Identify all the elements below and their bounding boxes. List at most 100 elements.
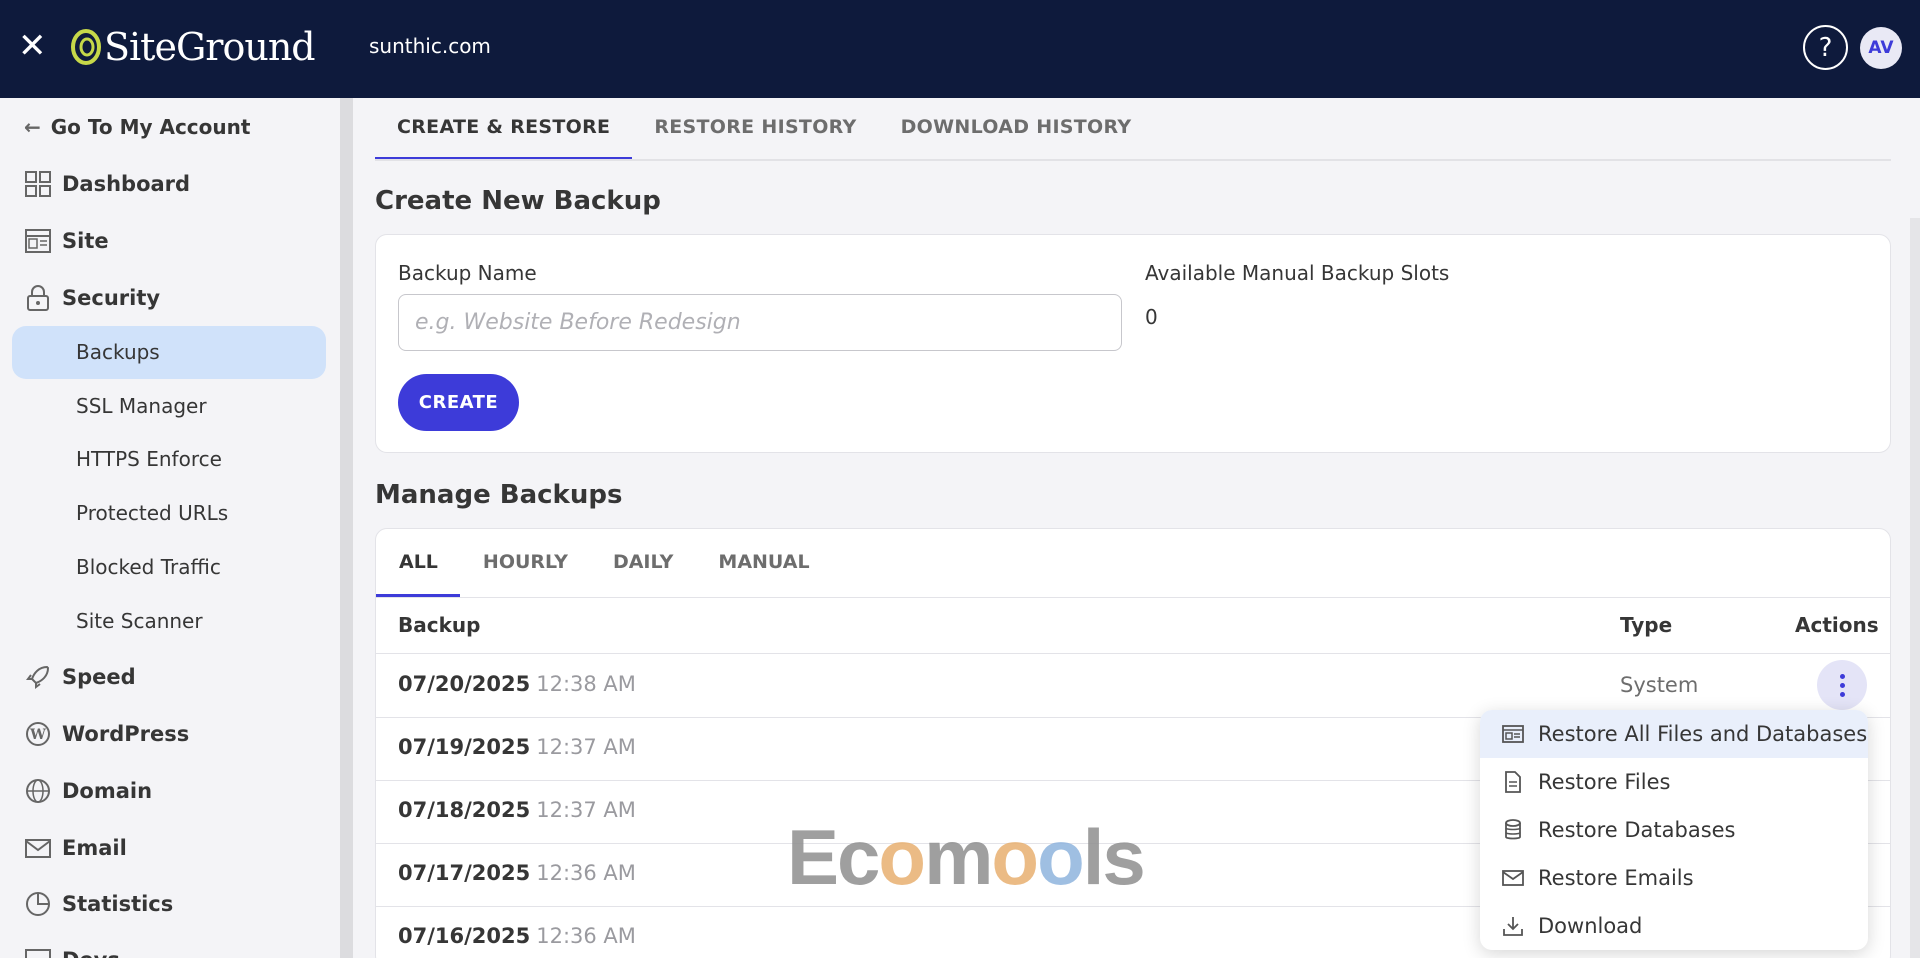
sidebar-item-label: Email	[62, 836, 127, 860]
menu-item-label: Download	[1538, 914, 1643, 938]
backup-filter-tabs: ALL HOURLY DAILY MANUAL	[376, 529, 832, 597]
main-scrollbar[interactable]	[1910, 218, 1920, 958]
avatar[interactable]: AV	[1860, 27, 1902, 69]
backup-date: 07/16/2025	[398, 924, 531, 948]
sidebar-item-label: Dashboard	[62, 172, 191, 196]
sidebar-item-devs[interactable]: Devs	[24, 944, 120, 958]
table-row[interactable]: 07/17/2025 12:36 AM	[398, 861, 636, 885]
go-to-account-link[interactable]: ← Go To My Account	[24, 115, 250, 139]
sidebar-scrollbar[interactable]	[340, 98, 353, 958]
backup-date: 07/18/2025	[398, 798, 531, 822]
create-button[interactable]: CREATE	[398, 374, 519, 431]
sidebar-item-dashboard[interactable]: Dashboard	[24, 168, 190, 200]
filter-tab-daily[interactable]: DAILY	[590, 529, 695, 597]
backup-time: 12:37 AM	[536, 798, 636, 822]
backup-time: 12:38 AM	[536, 672, 636, 696]
backup-date: 07/17/2025	[398, 861, 531, 885]
backup-date: 07/20/2025	[398, 672, 531, 696]
menu-item-restore-all[interactable]: Restore All Files and Databases	[1480, 710, 1868, 758]
sidebar-item-speed[interactable]: Speed	[24, 661, 136, 693]
site-domain[interactable]: sunthic.com	[369, 34, 491, 58]
sidebar-subitem-ssl-manager[interactable]: SSL Manager	[76, 394, 207, 418]
menu-item-restore-databases[interactable]: Restore Databases	[1480, 806, 1868, 854]
sidebar-subitem-https-enforce[interactable]: HTTPS Enforce	[76, 447, 222, 471]
restore-all-icon	[1502, 723, 1524, 745]
table-row[interactable]: 07/18/2025 12:37 AM	[398, 798, 636, 822]
sidebar-item-security[interactable]: Security	[24, 282, 160, 314]
sidebar-item-site[interactable]: Site	[24, 225, 109, 257]
wordpress-icon: W	[24, 720, 52, 748]
available-slots-label: Available Manual Backup Slots	[1145, 261, 1450, 285]
backup-time: 12:36 AM	[536, 924, 636, 948]
site-icon	[24, 227, 52, 255]
svg-text:W: W	[29, 727, 46, 743]
menu-item-label: Restore Files	[1538, 770, 1671, 794]
menu-item-restore-files[interactable]: Restore Files	[1480, 758, 1868, 806]
go-to-account-label: Go To My Account	[50, 115, 251, 139]
globe-icon	[24, 777, 52, 805]
pie-icon	[24, 890, 52, 918]
tab-restore-history[interactable]: RESTORE HISTORY	[632, 98, 878, 160]
sidebar-item-wordpress[interactable]: W WordPress	[24, 718, 189, 750]
menu-item-label: Restore Databases	[1538, 818, 1736, 842]
mail-icon	[1502, 867, 1524, 889]
close-icon[interactable]: ✕	[18, 28, 47, 64]
watermark: Ecomools	[787, 813, 1146, 901]
menu-item-download[interactable]: Download	[1480, 902, 1868, 950]
sidebar-item-email[interactable]: Email	[24, 832, 127, 864]
sidebar-subitem-backups[interactable]: Backups	[76, 340, 160, 364]
sidebar-item-label: Speed	[62, 665, 136, 689]
sidebar-item-label: WordPress	[62, 722, 190, 746]
sidebar-subitem-site-scanner[interactable]: Site Scanner	[76, 609, 203, 633]
mail-icon	[24, 834, 52, 862]
column-header-type: Type	[1620, 613, 1673, 637]
database-icon	[1502, 819, 1524, 841]
sidebar-item-statistics[interactable]: Statistics	[24, 888, 173, 920]
backup-tabs: CREATE & RESTORE RESTORE HISTORY DOWNLOA…	[375, 98, 1153, 160]
tabs-divider	[375, 159, 1891, 161]
sidebar-item-label: Security	[62, 286, 161, 310]
column-header-backup: Backup	[398, 613, 481, 637]
sidebar-subitem-active-bg	[12, 326, 326, 379]
table-row[interactable]: 07/16/2025 12:36 AM	[398, 924, 636, 948]
menu-item-restore-emails[interactable]: Restore Emails	[1480, 854, 1868, 902]
backup-type: System	[1620, 673, 1699, 697]
available-slots-value: 0	[1145, 305, 1158, 329]
filter-tab-manual[interactable]: MANUAL	[695, 529, 831, 597]
tab-download-history[interactable]: DOWNLOAD HISTORY	[879, 98, 1154, 160]
sidebar-item-label: Site	[62, 229, 109, 253]
rocket-icon	[24, 663, 52, 691]
sidebar-subitem-blocked-traffic[interactable]: Blocked Traffic	[76, 555, 221, 579]
column-header-actions: Actions	[1795, 613, 1879, 637]
backup-name-input[interactable]	[398, 294, 1122, 351]
backup-time: 12:36 AM	[536, 861, 636, 885]
filter-tab-all[interactable]: ALL	[376, 529, 460, 597]
code-icon	[24, 946, 52, 958]
arrow-left-icon: ←	[24, 115, 41, 139]
help-button[interactable]: ?	[1803, 25, 1848, 70]
backup-time: 12:37 AM	[536, 735, 636, 759]
menu-item-label: Restore Emails	[1538, 866, 1694, 890]
sidebar-item-label: Domain	[62, 779, 153, 803]
table-divider	[375, 653, 1891, 654]
create-backup-title: Create New Backup	[375, 186, 661, 216]
table-row[interactable]: 07/20/2025 12:38 AM	[398, 672, 636, 696]
backup-name-label: Backup Name	[398, 261, 537, 285]
filter-tab-hourly[interactable]: HOURLY	[460, 529, 590, 597]
tab-create-restore[interactable]: CREATE & RESTORE	[375, 98, 633, 160]
row-actions-button[interactable]	[1817, 660, 1867, 710]
logo-swirl-icon	[71, 29, 101, 65]
menu-item-label: Restore All Files and Databases	[1538, 722, 1868, 746]
table-row[interactable]: 07/19/2025 12:37 AM	[398, 735, 636, 759]
sidebar-subitem-protected-urls[interactable]: Protected URLs	[76, 501, 228, 525]
download-icon	[1502, 915, 1524, 937]
lock-icon	[24, 284, 52, 312]
sidebar-item-domain[interactable]: Domain	[24, 775, 152, 807]
file-icon	[1502, 771, 1524, 793]
grid-icon	[24, 170, 52, 198]
top-bar: ✕ SiteGround sunthic.com ? AV	[0, 0, 1920, 98]
logo-text: SiteGround	[104, 25, 316, 69]
siteground-logo[interactable]: SiteGround	[70, 22, 316, 72]
sidebar-item-label: Devs	[62, 948, 120, 958]
table-divider	[375, 597, 1891, 598]
